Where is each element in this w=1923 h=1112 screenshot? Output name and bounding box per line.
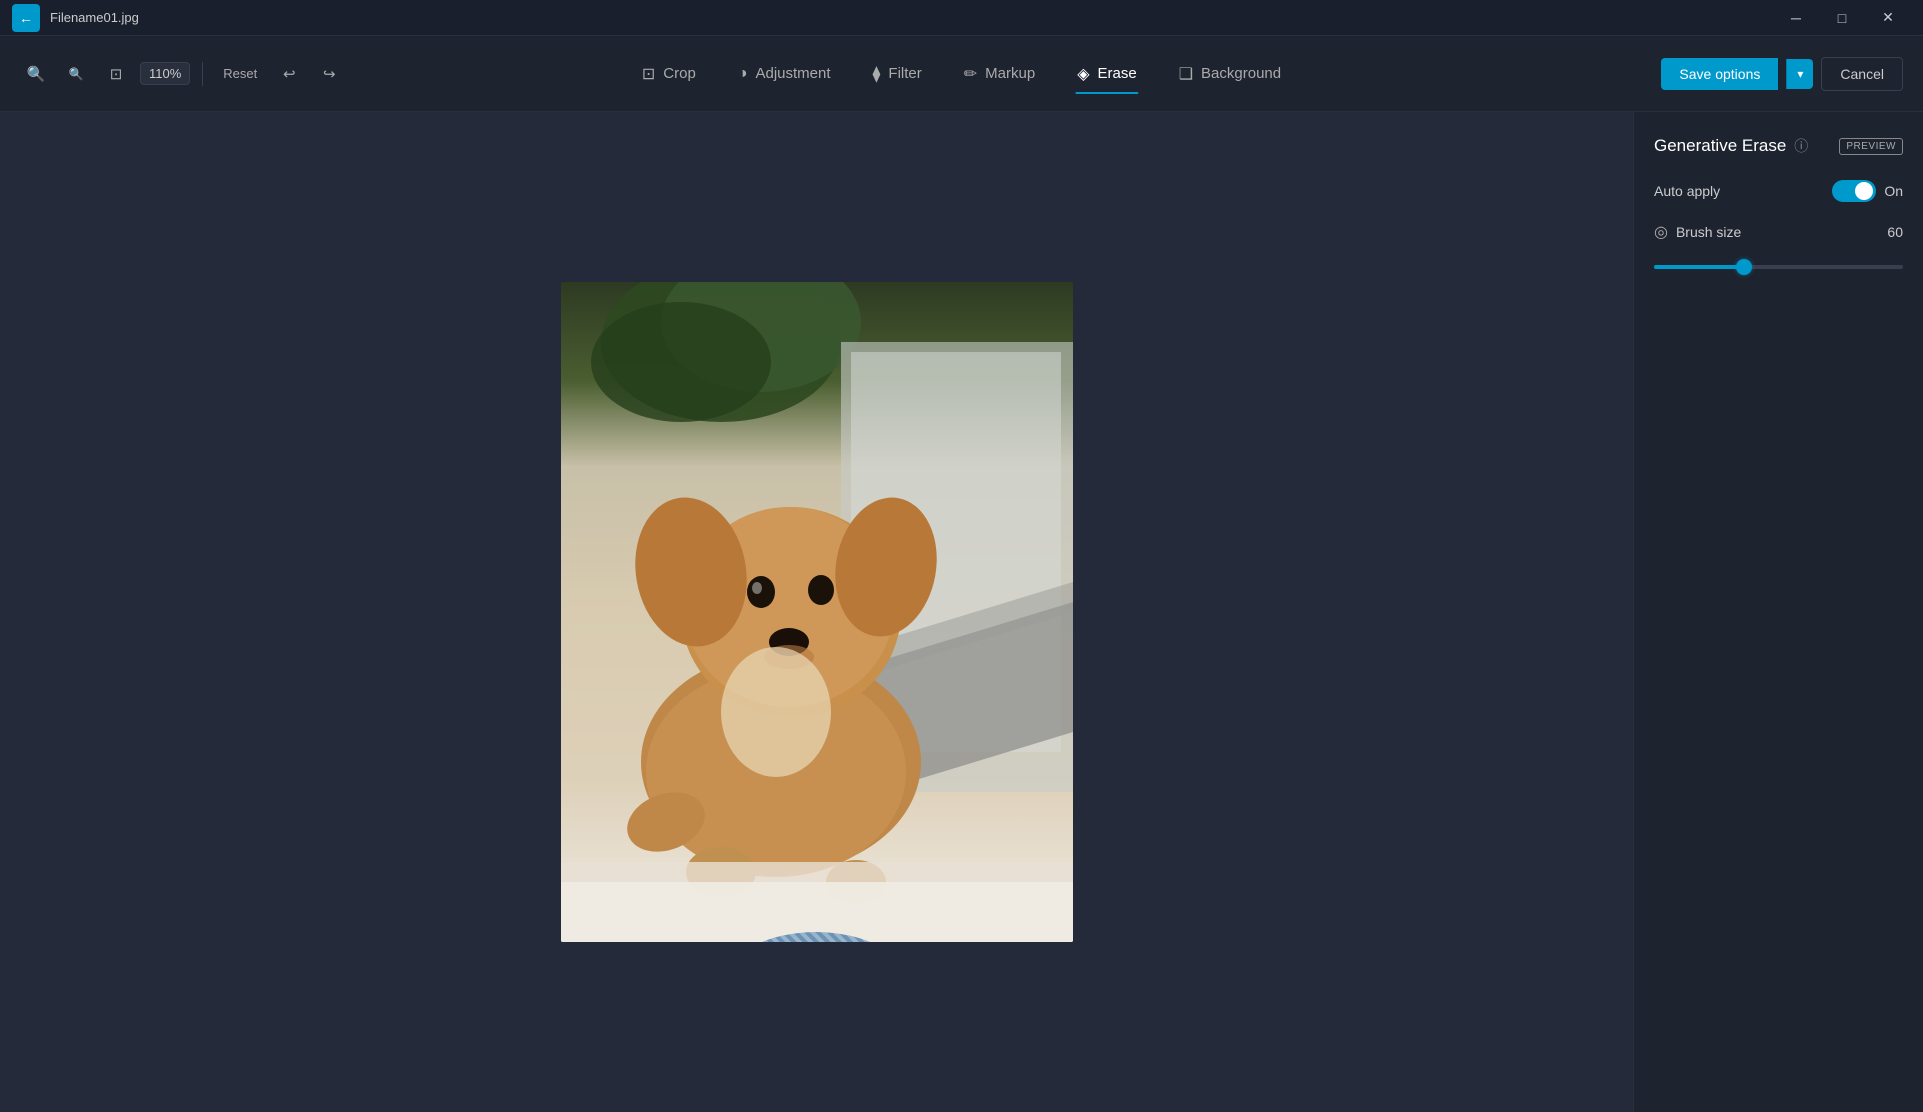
toolbar-divider <box>202 62 203 86</box>
fit-view-button[interactable]: ⊡ <box>100 58 132 90</box>
zoom-in-button[interactable]: 🔍 <box>20 58 52 90</box>
toggle-container: On <box>1832 180 1903 202</box>
info-icon[interactable]: ⓘ <box>1794 136 1808 156</box>
tab-erase-label: Erase <box>1098 65 1137 82</box>
fit-icon: ⊡ <box>110 65 123 83</box>
save-options-button[interactable]: Save options <box>1661 58 1778 90</box>
tab-crop-label: Crop <box>663 65 696 82</box>
zoom-out-button[interactable]: 🔍 <box>60 58 92 90</box>
back-button[interactable]: ← <box>12 4 40 32</box>
tab-markup-label: Markup <box>985 65 1035 82</box>
minimize-button[interactable]: ─ <box>1773 0 1819 36</box>
toolbar-right: Save options ▾ Cancel <box>1661 57 1903 91</box>
erase-icon: ◈ <box>1077 64 1089 84</box>
dog-photo <box>561 282 1073 942</box>
maximize-button[interactable]: □ <box>1819 0 1865 36</box>
redo-button[interactable]: ↪ <box>313 58 345 90</box>
tab-markup[interactable]: ✏ Markup <box>946 56 1053 92</box>
preview-badge: PREVIEW <box>1839 138 1903 155</box>
save-options-dropdown-button[interactable]: ▾ <box>1786 59 1813 89</box>
zoom-level: 110% <box>140 62 190 85</box>
background-icon: ❑ <box>1179 64 1193 84</box>
brush-icon: ◎ <box>1654 222 1668 242</box>
undo-button[interactable]: ↩ <box>273 58 305 90</box>
tab-background[interactable]: ❑ Background <box>1161 56 1299 92</box>
toggle-thumb <box>1855 182 1873 200</box>
zoom-in-icon: 🔍 <box>27 65 46 83</box>
crop-icon: ⊡ <box>642 64 655 84</box>
auto-apply-label: Auto apply <box>1654 183 1832 199</box>
reset-button[interactable]: Reset <box>215 62 265 85</box>
tab-adjustment[interactable]: ◑ Adjustment <box>720 57 849 91</box>
panel-header: Generative Erase ⓘ PREVIEW <box>1654 136 1903 156</box>
tab-filter-label: Filter <box>888 65 921 82</box>
undo-icon: ↩ <box>283 65 296 83</box>
auto-apply-toggle[interactable] <box>1832 180 1876 202</box>
panel-title: Generative Erase <box>1654 136 1786 156</box>
brush-size-label: Brush size <box>1676 224 1887 240</box>
tab-adjustment-label: Adjustment <box>755 65 830 82</box>
back-icon: ← <box>19 10 33 26</box>
tab-erase[interactable]: ◈ Erase <box>1059 56 1155 92</box>
image-container <box>561 282 1073 942</box>
main-content: Generative Erase ⓘ PREVIEW Auto apply On… <box>0 112 1923 1112</box>
adjustment-icon: ◑ <box>738 65 748 83</box>
right-panel: Generative Erase ⓘ PREVIEW Auto apply On… <box>1633 112 1923 1112</box>
filename-label: Filename01.jpg <box>50 10 139 25</box>
window-controls: ─ □ ✕ <box>1773 0 1911 36</box>
filter-icon: ⧫ <box>873 64 881 84</box>
tab-crop[interactable]: ⊡ Crop <box>624 56 714 92</box>
close-button[interactable]: ✕ <box>1865 0 1911 36</box>
toggle-state-label: On <box>1884 183 1903 199</box>
markup-icon: ✏ <box>964 64 977 84</box>
tab-background-label: Background <box>1201 65 1281 82</box>
brush-size-row: ◎ Brush size 60 <box>1654 222 1903 242</box>
title-bar: ← Filename01.jpg ─ □ ✕ <box>0 0 1923 36</box>
brush-size-value: 60 <box>1887 224 1903 240</box>
zoom-out-icon: 🔍 <box>69 67 84 81</box>
redo-icon: ↪ <box>323 65 336 83</box>
toolbar: 🔍 🔍 ⊡ 110% Reset ↩ ↪ ⊡ Crop ◑ Adjustment… <box>0 36 1923 112</box>
dog-image <box>561 282 1073 942</box>
brush-size-slider[interactable] <box>1654 265 1903 269</box>
cancel-button[interactable]: Cancel <box>1821 57 1903 91</box>
brush-size-slider-container <box>1654 256 1903 282</box>
tab-filter[interactable]: ⧫ Filter <box>855 56 940 92</box>
canvas-area[interactable] <box>0 112 1633 1112</box>
auto-apply-row: Auto apply On <box>1654 180 1903 202</box>
toolbar-left: 🔍 🔍 ⊡ 110% Reset ↩ ↪ <box>20 58 345 90</box>
nav-tabs: ⊡ Crop ◑ Adjustment ⧫ Filter ✏ Markup ◈ … <box>624 56 1299 92</box>
